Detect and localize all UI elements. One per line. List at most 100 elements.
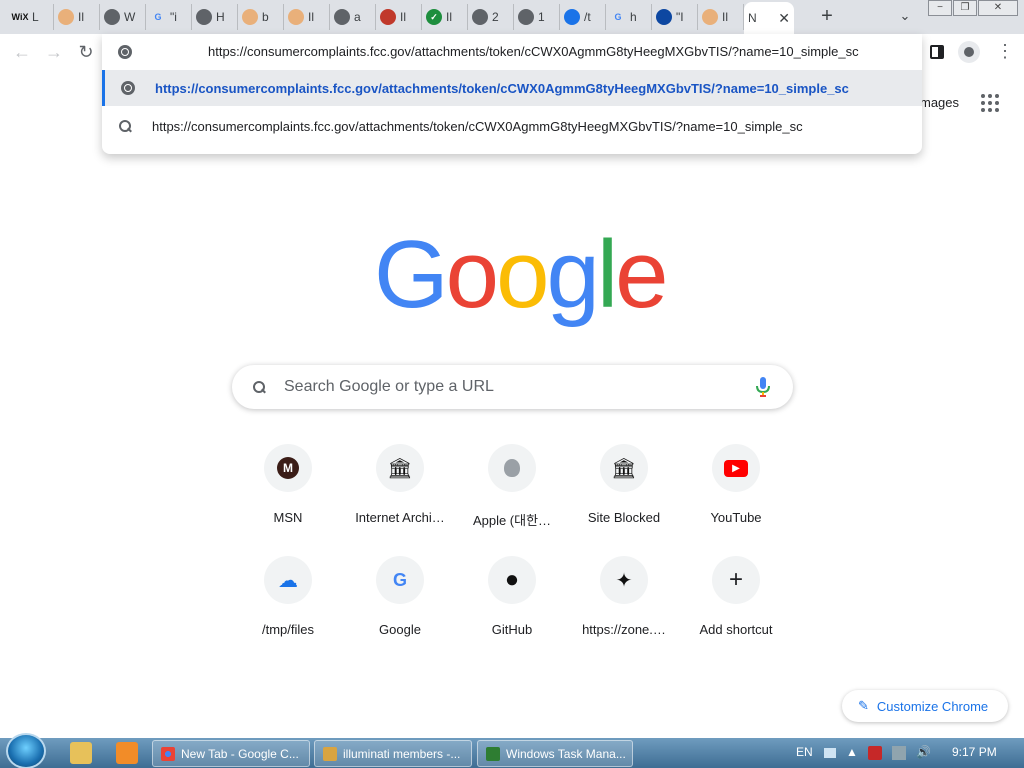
- images-link[interactable]: mages: [920, 95, 959, 110]
- tab-label: 2: [492, 10, 499, 24]
- reload-button[interactable]: ↻: [76, 42, 96, 62]
- explorer-icon[interactable]: [70, 742, 92, 764]
- tab[interactable]: ✓ Il: [422, 4, 468, 30]
- shortcut-tile[interactable]: M MSN: [232, 436, 344, 540]
- tab-label: h: [630, 10, 637, 24]
- shortcut-icon-wrap: 🏛: [376, 444, 424, 492]
- volume-icon[interactable]: 🔊: [916, 745, 931, 759]
- logo-letter: l: [596, 221, 618, 328]
- tab[interactable]: Gh: [606, 4, 652, 30]
- close-window-button[interactable]: ✕: [978, 0, 1018, 16]
- taskbar-label: illuminati members -...: [343, 746, 461, 761]
- language-indicator[interactable]: EN: [796, 745, 813, 759]
- tab[interactable]: H: [192, 4, 238, 30]
- tab[interactable]: "I: [652, 4, 698, 30]
- address-input[interactable]: https://consumercomplaints.fcc.gov/attac…: [208, 44, 859, 59]
- suggestion-item[interactable]: https://consumercomplaints.fcc.gov/attac…: [102, 70, 922, 106]
- restore-button[interactable]: ❐: [953, 0, 977, 16]
- google-icon: G: [154, 12, 162, 22]
- start-button[interactable]: [6, 733, 46, 768]
- menu-button[interactable]: ⋮: [996, 42, 1014, 60]
- clock[interactable]: 9:17 PM: [952, 745, 997, 759]
- taskbar-button-chrome[interactable]: New Tab - Google C...: [152, 740, 310, 767]
- tab[interactable]: 1: [514, 4, 560, 30]
- tab-search-button[interactable]: ⌄: [896, 8, 914, 26]
- shortcut-tile[interactable]: 🏛 Site Blocked: [568, 436, 680, 540]
- network-icon[interactable]: [892, 746, 906, 760]
- back-button[interactable]: ←: [12, 42, 32, 62]
- address-bar[interactable]: https://consumercomplaints.fcc.gov/attac…: [102, 34, 922, 70]
- tab-label: W: [124, 10, 136, 24]
- globe-icon: [334, 9, 350, 25]
- customize-chrome-button[interactable]: ✎ Customize Chrome: [842, 690, 1008, 722]
- tab-label: L: [32, 10, 39, 24]
- shortcut-tile[interactable]: ☁ /tmp/files: [232, 548, 344, 652]
- tab[interactable]: Il: [54, 4, 100, 30]
- github-icon: ●: [504, 566, 520, 593]
- apps-grid-icon[interactable]: [981, 94, 999, 112]
- globe-icon: [518, 9, 534, 25]
- logo-letter: o: [445, 221, 499, 328]
- media-player-icon[interactable]: [116, 742, 138, 764]
- profile-avatar[interactable]: [958, 41, 980, 63]
- tab-label: Il: [308, 10, 314, 24]
- shortcut-tile[interactable]: 🏛 Internet Archi…: [344, 436, 456, 540]
- tab[interactable]: Il: [284, 4, 330, 30]
- tab-label: H: [216, 10, 225, 24]
- shortcut-tile[interactable]: Apple (대한…: [456, 436, 568, 540]
- minimize-button[interactable]: −: [928, 0, 952, 16]
- side-panel-icon[interactable]: [930, 45, 944, 59]
- avatar-icon: [288, 9, 304, 25]
- tab-label: b: [262, 10, 269, 24]
- close-tab-icon[interactable]: ✕: [778, 10, 790, 27]
- logo-letter: G: [374, 221, 449, 328]
- microphone-icon[interactable]: [756, 377, 770, 397]
- keyboard-icon[interactable]: [824, 748, 836, 758]
- show-hidden-icons[interactable]: ▲: [846, 745, 858, 759]
- taskbar-button-task-manager[interactable]: Windows Task Mana...: [477, 740, 633, 767]
- apple-icon: [504, 459, 520, 477]
- tab-label: Il: [446, 10, 452, 24]
- task-manager-icon: [486, 746, 500, 761]
- shortcut-icon-wrap: [488, 444, 536, 492]
- customize-label: Customize Chrome: [876, 698, 989, 714]
- taskbar-button-paint[interactable]: illuminati members -...: [314, 740, 472, 767]
- shortcut-tile[interactable]: ✦ https://zone.…: [568, 548, 680, 652]
- shortcut-tile[interactable]: G Google: [344, 548, 456, 652]
- shortcut-tile[interactable]: ● GitHub: [456, 548, 568, 652]
- shortcut-icon-wrap: M: [264, 444, 312, 492]
- shortcut-tile[interactable]: ▶ YouTube: [680, 436, 792, 540]
- tab[interactable]: WiX L: [8, 4, 54, 30]
- avatar-icon: [702, 9, 718, 25]
- tab[interactable]: b: [238, 4, 284, 30]
- wix-icon: WiX: [11, 12, 29, 22]
- tab[interactable]: 2: [468, 4, 514, 30]
- shortcut-icon-wrap: +: [712, 556, 760, 604]
- shortcut-icon-wrap: ☁: [264, 556, 312, 604]
- shortcut-icon-wrap: ✦: [600, 556, 648, 604]
- tab[interactable]: Il: [376, 4, 422, 30]
- shortcut-label: MSN: [273, 510, 303, 525]
- tab-strip: WiX L Il W G "i Hb Il a Il ✓ Il 2 1/t Gh "I Il N ✕: [0, 0, 1024, 34]
- tab[interactable]: Il: [698, 4, 744, 30]
- logo-letter: e: [615, 221, 668, 328]
- msn-icon: M: [277, 457, 299, 479]
- tab[interactable]: G "i: [146, 4, 192, 30]
- shortcut-tile[interactable]: + Add shortcut: [680, 548, 792, 652]
- tab[interactable]: N ✕: [744, 2, 794, 34]
- tab[interactable]: /t: [560, 4, 606, 30]
- tab[interactable]: a: [330, 4, 376, 30]
- google-logo: Google: [374, 225, 669, 325]
- zone-icon: ✦: [615, 569, 633, 592]
- shortcut-label: /tmp/files: [261, 622, 314, 637]
- cloud-upload-icon: ☁: [278, 569, 298, 592]
- person-icon: [964, 47, 974, 57]
- new-tab-button[interactable]: +: [816, 6, 838, 28]
- globe-icon: [118, 45, 132, 59]
- suggestion-item[interactable]: https://consumercomplaints.fcc.gov/attac…: [102, 108, 922, 144]
- tab-label: "i: [170, 10, 177, 24]
- action-center-icon[interactable]: [868, 746, 882, 760]
- tab[interactable]: W: [100, 4, 146, 30]
- search-box[interactable]: Search Google or type a URL: [232, 365, 793, 409]
- forward-button[interactable]: →: [44, 42, 64, 62]
